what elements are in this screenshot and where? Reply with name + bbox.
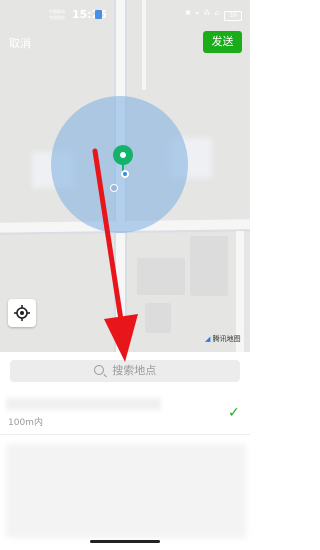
battery-level: 39: [229, 12, 237, 19]
home-indicator: [90, 540, 160, 543]
battery-icon: 39: [224, 11, 242, 21]
current-location-dot: [121, 170, 129, 178]
status-icons: ✱ ⌖ ⁂ ⌂: [185, 9, 220, 18]
map-building: [190, 236, 228, 296]
cancel-button[interactable]: 取消: [9, 35, 31, 51]
list-item-redacted[interactable]: [6, 444, 246, 538]
target-icon: [14, 305, 30, 321]
location-pin-icon: [113, 145, 133, 165]
check-icon: ✓: [228, 405, 240, 421]
search-input[interactable]: 搜索地点: [10, 360, 240, 382]
status-icons-text: ✱ ⌖ ⁂ ⌂: [185, 9, 220, 17]
list-item[interactable]: 100m内 ✓: [0, 392, 250, 435]
carrier-labels: 中国移动 中国电信: [49, 9, 65, 21]
place-distance: 100m内: [8, 418, 43, 428]
map-logo-icon: ◢: [205, 335, 211, 343]
locate-me-button[interactable]: [8, 299, 36, 327]
send-button[interactable]: 发送: [203, 31, 242, 53]
location-panel: 搜索地点 100m内 ✓: [0, 352, 250, 550]
nearby-point-icon: [110, 184, 118, 192]
place-name-redacted: [6, 398, 161, 410]
map-logo-text: 腾讯地图: [212, 335, 241, 343]
navigation-app-icon: [95, 10, 102, 19]
status-bar: 中国移动 中国电信 15:25 ✱ ⌖ ⁂ ⌂ 39: [0, 0, 250, 30]
map-logo: ◢ 腾讯地图: [205, 334, 241, 344]
map-building: [137, 258, 185, 295]
search-placeholder: 搜索地点: [112, 364, 157, 377]
map-building: [145, 303, 171, 333]
carrier-2: 中国电信: [49, 15, 65, 20]
search-icon: [93, 365, 104, 375]
